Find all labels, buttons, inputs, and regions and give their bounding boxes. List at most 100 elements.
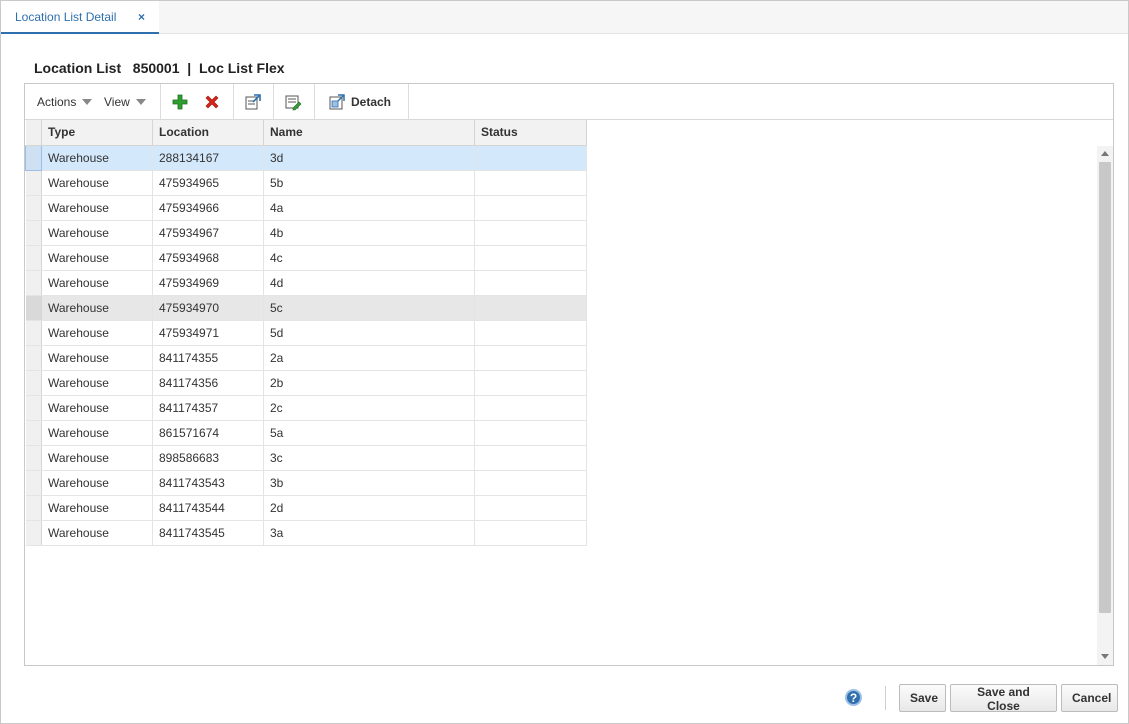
table-row[interactable]: Warehouse 841174356 2b — [25, 370, 587, 396]
detach-button[interactable]: Detach — [329, 84, 391, 120]
cell-name: 5a — [263, 420, 475, 446]
export-icon[interactable] — [244, 93, 262, 111]
cell-location: 475934970 — [152, 295, 264, 321]
cell-type: Warehouse — [41, 295, 153, 321]
cell-location: 475934969 — [152, 270, 264, 296]
row-header-cell[interactable] — [25, 395, 42, 421]
close-icon[interactable]: × — [138, 10, 145, 24]
cell-name: 2b — [263, 370, 475, 396]
scrollbar-thumb[interactable] — [1099, 162, 1111, 613]
table-row[interactable]: Warehouse 475934971 5d — [25, 320, 587, 346]
cell-location: 8411743544 — [152, 495, 264, 521]
column-header-status[interactable]: Status — [474, 120, 587, 146]
row-header-cell[interactable] — [25, 170, 42, 196]
scroll-up-icon[interactable] — [1101, 151, 1109, 156]
table-row[interactable]: Warehouse 8411743545 3a — [25, 520, 587, 546]
table-row[interactable]: Warehouse 475934965 5b — [25, 170, 587, 196]
table-row[interactable]: Warehouse 861571674 5a — [25, 420, 587, 446]
row-header-cell[interactable] — [25, 245, 42, 271]
row-header-cell[interactable] — [25, 295, 42, 321]
row-header-cell[interactable] — [25, 195, 42, 221]
table-row[interactable]: Warehouse 8411743544 2d — [25, 495, 587, 521]
cell-type: Warehouse — [41, 220, 153, 246]
cell-type: Warehouse — [41, 495, 153, 521]
row-header-cell[interactable] — [25, 320, 42, 346]
cell-name: 4c — [263, 245, 475, 271]
row-header-cell[interactable] — [25, 495, 42, 521]
table-row[interactable]: Warehouse 475934969 4d — [25, 270, 587, 296]
table-row[interactable]: Warehouse 475934967 4b — [25, 220, 587, 246]
cell-name: 3c — [263, 445, 475, 471]
table-row[interactable]: Warehouse 288134167 3d — [25, 144, 587, 171]
row-header-cell[interactable] — [25, 520, 42, 546]
save-and-close-button[interactable]: Save and Close — [950, 684, 1057, 713]
table-row[interactable]: Warehouse 475934966 4a — [25, 195, 587, 221]
row-header-cell[interactable] — [25, 345, 42, 371]
edit-icon[interactable] — [284, 93, 302, 111]
cell-status — [474, 370, 587, 396]
cell-name: 5d — [263, 320, 475, 346]
row-header-cell[interactable] — [25, 420, 42, 446]
cell-status — [474, 395, 587, 421]
table-row[interactable]: Warehouse 475934968 4c — [25, 245, 587, 271]
cell-type: Warehouse — [41, 445, 153, 471]
cell-name: 5b — [263, 170, 475, 196]
table-row[interactable]: Warehouse 898586683 3c — [25, 445, 587, 471]
tab-location-list-detail[interactable]: Location List Detail × — [1, 1, 159, 34]
cell-type: Warehouse — [41, 470, 153, 496]
cell-location: 841174357 — [152, 395, 264, 421]
row-header-cell[interactable] — [25, 370, 42, 396]
table-row[interactable]: Warehouse 475934970 5c — [25, 295, 587, 321]
cell-name: 3b — [263, 470, 475, 496]
footer-divider — [885, 686, 886, 710]
column-header-name[interactable]: Name — [263, 120, 475, 146]
cell-status — [474, 470, 587, 496]
cell-status — [474, 320, 587, 346]
save-button[interactable]: Save — [899, 684, 946, 712]
cell-type: Warehouse — [41, 395, 153, 421]
vertical-scrollbar[interactable] — [1097, 146, 1113, 665]
row-header-cell[interactable] — [25, 445, 42, 471]
column-header-location[interactable]: Location — [152, 120, 264, 146]
cell-location: 841174355 — [152, 345, 264, 371]
help-icon[interactable]: ? — [845, 689, 862, 706]
toolbar-divider — [233, 84, 234, 120]
cell-status — [474, 245, 587, 271]
actions-menu[interactable]: Actions — [37, 84, 93, 120]
toolbar-divider — [314, 84, 315, 120]
cell-location: 8411743545 — [152, 520, 264, 546]
cell-location: 475934968 — [152, 245, 264, 271]
row-header-cell[interactable] — [25, 470, 42, 496]
toolbar: Actions View Detach — [25, 84, 1113, 120]
delete-icon[interactable] — [203, 93, 221, 111]
cell-type: Warehouse — [41, 170, 153, 196]
cell-location: 898586683 — [152, 445, 264, 471]
row-header-cell[interactable] — [25, 144, 42, 171]
actions-menu-label: Actions — [37, 95, 77, 109]
row-header-cell[interactable] — [25, 270, 42, 296]
table-row[interactable]: Warehouse 841174357 2c — [25, 395, 587, 421]
chevron-down-icon — [82, 99, 93, 105]
view-menu[interactable]: View — [104, 84, 146, 120]
cell-type: Warehouse — [41, 270, 153, 296]
detach-icon — [329, 94, 345, 110]
cell-name: 5c — [263, 295, 475, 321]
chevron-down-icon — [135, 99, 146, 105]
toolbar-divider — [273, 84, 274, 120]
tab-bar: Location List Detail × — [1, 1, 1128, 34]
table-body: Warehouse 288134167 3d Warehouse 475934965 5b… — [25, 144, 587, 546]
cell-location: 475934965 — [152, 170, 264, 196]
cell-status — [474, 295, 587, 321]
scroll-down-icon[interactable] — [1101, 654, 1109, 659]
column-header-type[interactable]: Type — [41, 120, 153, 146]
cancel-button[interactable]: Cancel — [1061, 684, 1118, 712]
table-header-row: Type Location Name Status — [25, 120, 587, 146]
row-header-cell[interactable] — [25, 220, 42, 246]
location-list-panel: Actions View Detach Type Location Name S… — [24, 83, 1114, 666]
add-icon[interactable] — [171, 93, 189, 111]
cell-status — [474, 420, 587, 446]
table-row[interactable]: Warehouse 8411743543 3b — [25, 470, 587, 496]
table-row[interactable]: Warehouse 841174355 2a — [25, 345, 587, 371]
location-table: Type Location Name Status Warehouse 28813… — [25, 120, 587, 546]
tab-label: Location List Detail — [15, 9, 117, 24]
